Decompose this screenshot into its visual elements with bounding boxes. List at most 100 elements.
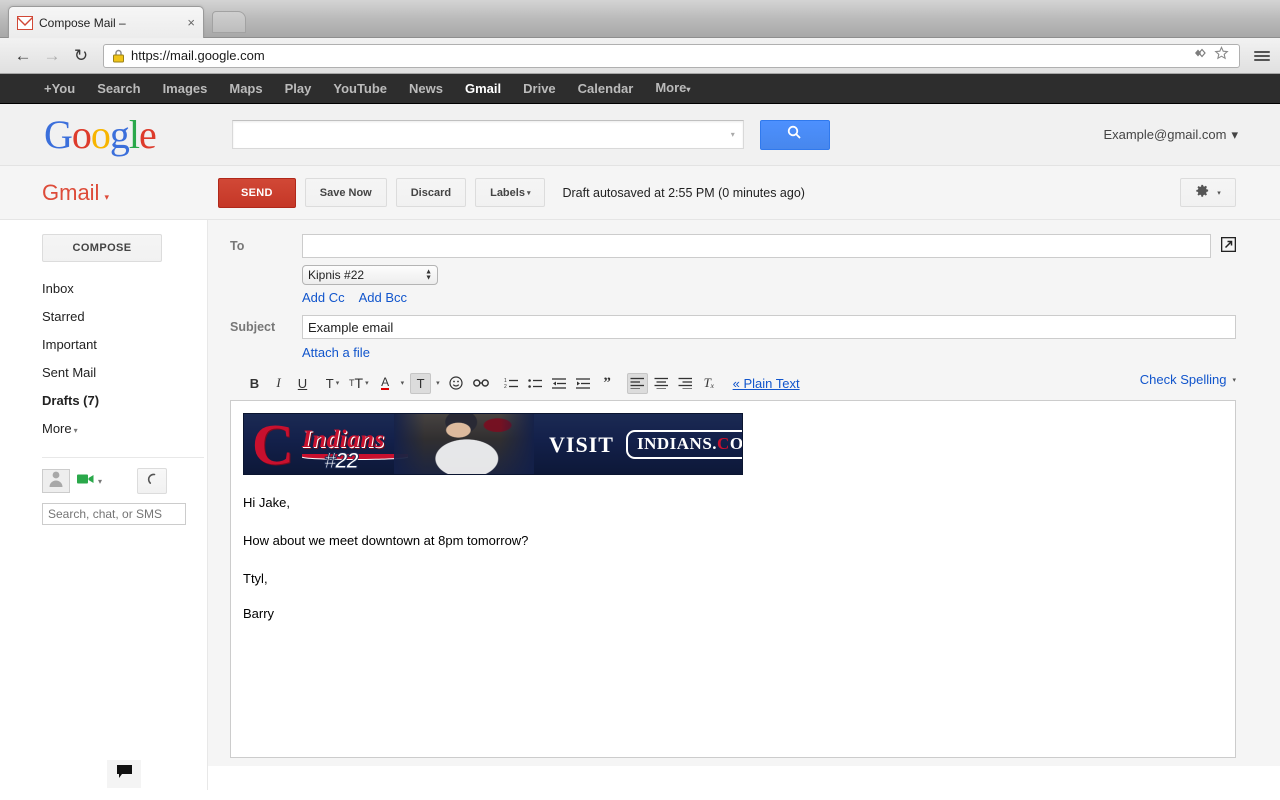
gbar-item-news[interactable]: News xyxy=(409,74,443,104)
add-bcc-link[interactable]: Add Bcc xyxy=(359,290,407,305)
chevron-down-icon[interactable]: ▾ xyxy=(731,130,735,139)
chevron-down-icon: ▾ xyxy=(335,380,340,387)
banner-website-badge: INDIANS.COM xyxy=(626,430,742,459)
sidebar-item-more[interactable]: More ▾ xyxy=(42,415,208,443)
gbar-item-you[interactable]: +You xyxy=(44,74,75,104)
logo-letter-e: e xyxy=(139,111,157,157)
address-bar[interactable]: https://mail.google.com xyxy=(103,43,1240,68)
attach-file-link[interactable]: Attach a file xyxy=(302,345,370,360)
chevron-down-icon: ▾ xyxy=(1217,189,1221,197)
logo-letter-o1: o xyxy=(71,111,92,157)
outdent-button[interactable] xyxy=(549,373,570,394)
reload-button[interactable]: ↻ xyxy=(68,43,94,69)
account-menu[interactable]: Example@gmail.com ▾ xyxy=(1103,127,1238,143)
logo-letter-l: l xyxy=(128,111,140,157)
subject-field-row: Subject xyxy=(230,315,1236,339)
browser-tab-title: Compose Mail – xyxy=(39,15,126,30)
indent-button[interactable] xyxy=(573,373,594,394)
new-tab-button[interactable] xyxy=(212,11,246,33)
indians-c-logo: C xyxy=(252,413,294,475)
chat-search-input[interactable] xyxy=(42,503,186,525)
underline-button[interactable]: U xyxy=(292,373,313,394)
avatar[interactable] xyxy=(42,469,70,493)
underline-label: U xyxy=(297,375,308,391)
logo-letter-g1: G xyxy=(44,111,73,157)
chevron-down-icon: ▾ xyxy=(104,191,109,202)
recipient-select[interactable]: Kipnis #22 ▲ ▼ xyxy=(302,265,438,285)
call-button[interactable] xyxy=(137,468,168,494)
settings-button[interactable]: ▾ xyxy=(1180,178,1236,207)
subject-input[interactable] xyxy=(302,315,1236,339)
close-icon[interactable]: × xyxy=(187,16,195,29)
text-color-button[interactable]: A xyxy=(375,373,396,394)
align-center-button[interactable] xyxy=(651,373,672,394)
recipient-select-value: Kipnis #22 xyxy=(308,268,365,282)
browser-tab[interactable]: Compose Mail – × xyxy=(8,6,204,38)
video-camera-icon xyxy=(77,472,95,490)
sidebar-item-important[interactable]: Important xyxy=(42,331,208,359)
chat-bubble-button[interactable] xyxy=(107,760,141,788)
italic-button[interactable]: I xyxy=(268,373,289,394)
gmail-logo[interactable]: Gmail ▾ xyxy=(42,180,218,206)
labels-button[interactable]: Labels ▾ xyxy=(475,178,546,207)
gbar-item-play[interactable]: Play xyxy=(285,74,312,104)
align-right-button[interactable] xyxy=(675,373,696,394)
gbar-item-search[interactable]: Search xyxy=(97,74,140,104)
gbar-item-images[interactable]: Images xyxy=(163,74,208,104)
add-cc-link[interactable]: Add Cc xyxy=(302,290,345,305)
search-input[interactable] xyxy=(240,126,731,143)
insert-link-button[interactable] xyxy=(470,373,492,394)
emoji-button[interactable] xyxy=(446,373,467,394)
sidebar-item-sent-mail[interactable]: Sent Mail xyxy=(42,359,208,387)
search-button[interactable] xyxy=(759,119,830,150)
align-left-button[interactable] xyxy=(626,372,648,394)
compose-button[interactable]: COMPOSE xyxy=(42,234,162,262)
recipient-select-row: Kipnis #22 ▲ ▼ Add Cc Add Bcc xyxy=(230,265,1236,305)
bookmark-star-icon[interactable] xyxy=(1214,46,1229,65)
bulleted-list-button[interactable] xyxy=(525,373,546,394)
google-search-box[interactable]: ▾ xyxy=(231,120,744,149)
gbar-item-more[interactable]: More▾ xyxy=(655,73,690,105)
blockquote-button[interactable]: ” xyxy=(597,373,618,394)
highlight-color-button[interactable]: T xyxy=(410,372,432,394)
numbered-list-icon: 1 2 xyxy=(504,378,518,390)
gbar-item-youtube[interactable]: YouTube xyxy=(333,74,387,104)
check-spelling-label: Check Spelling xyxy=(1139,372,1227,387)
bold-button[interactable]: B xyxy=(244,373,265,394)
save-now-button[interactable]: Save Now xyxy=(304,178,387,207)
to-input[interactable] xyxy=(302,234,1211,258)
send-button[interactable]: SEND xyxy=(218,177,296,208)
labels-button-label: Labels xyxy=(490,186,525,199)
message-body-editor[interactable]: C Indians #22 VISIT INDIANS.COM Hi Jake,… xyxy=(230,400,1236,758)
gbar-item-maps[interactable]: Maps xyxy=(229,74,262,104)
video-chat-toggle[interactable]: ▾ xyxy=(77,472,102,490)
extension-icon[interactable] xyxy=(1191,46,1207,65)
chevron-down-icon: ▾ xyxy=(73,426,78,435)
font-size-button[interactable]: TT ▾ xyxy=(346,373,372,394)
pop-out-window-icon[interactable] xyxy=(1220,234,1237,257)
attach-row: Attach a file xyxy=(230,344,1236,362)
plain-text-link[interactable]: « Plain Text xyxy=(733,376,800,391)
gbar-item-drive[interactable]: Drive xyxy=(523,74,556,104)
logo-letter-o2: o xyxy=(90,111,111,157)
indent-icon xyxy=(575,377,590,389)
forward-button[interactable]: → xyxy=(39,43,65,69)
numbered-list-button[interactable]: 1 2 xyxy=(501,373,522,394)
sidebar-item-drafts[interactable]: Drafts (7) xyxy=(42,387,208,415)
sidebar-divider-line xyxy=(42,457,204,458)
font-family-button[interactable]: T ▾ xyxy=(322,373,343,394)
sidebar-item-starred[interactable]: Starred xyxy=(42,303,208,331)
back-button[interactable]: ← xyxy=(10,43,36,69)
browser-tab-strip: Compose Mail – × xyxy=(0,0,1280,38)
chat-bubble-icon xyxy=(116,764,133,784)
gbar-item-gmail[interactable]: Gmail xyxy=(465,74,501,104)
check-spelling-link[interactable]: Check Spelling ▾ xyxy=(1140,372,1236,387)
subject-label: Subject xyxy=(230,320,276,334)
discard-button[interactable]: Discard xyxy=(395,178,467,207)
gbar-item-calendar[interactable]: Calendar xyxy=(578,74,634,104)
chevron-down-icon: ▾ xyxy=(436,380,440,387)
sidebar-item-inbox[interactable]: Inbox xyxy=(42,275,208,303)
insecure-https-lock-icon xyxy=(112,49,125,63)
chrome-menu-icon[interactable] xyxy=(1254,50,1270,61)
remove-formatting-button[interactable]: Tₓ xyxy=(699,373,720,394)
